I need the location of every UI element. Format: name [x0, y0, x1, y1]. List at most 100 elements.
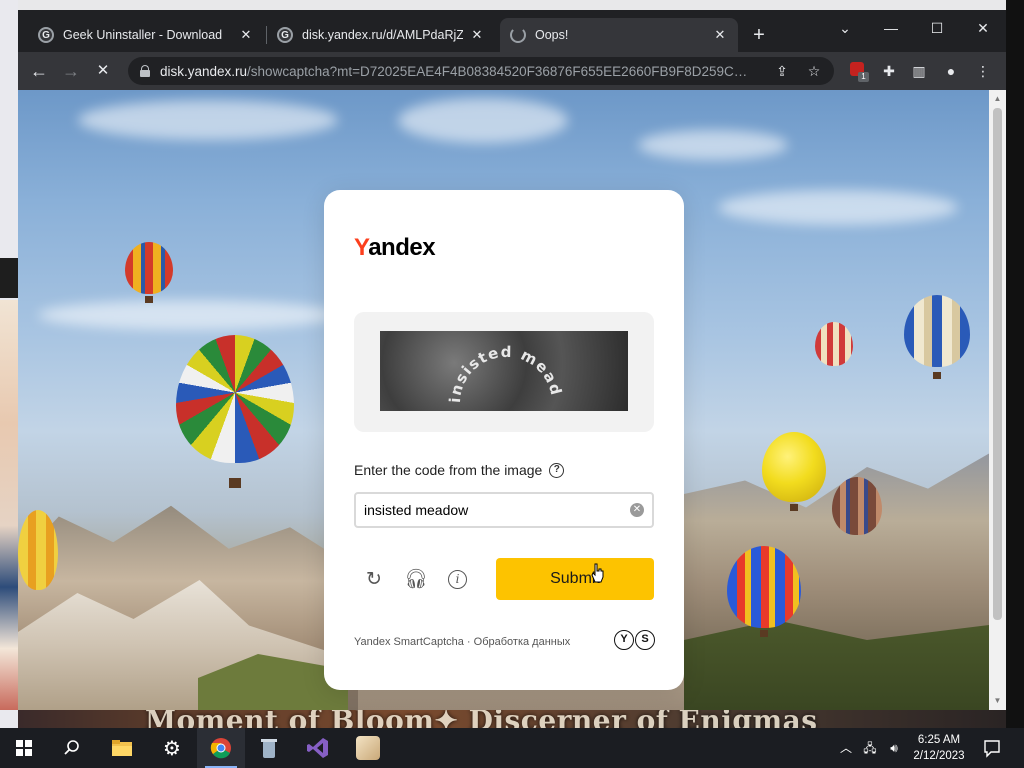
recycle-bin-icon: [261, 739, 277, 758]
captcha-answer-field[interactable]: ✕: [354, 492, 654, 528]
tab-strip: G Geek Uninstaller - Download ✕ G disk.y…: [18, 10, 1006, 52]
help-icon[interactable]: ?: [549, 462, 565, 478]
address-bar[interactable]: disk.yandex.ru /showcaptcha?mt=D72025EAE…: [128, 57, 834, 85]
tab-geek-uninstaller[interactable]: G Geek Uninstaller - Download ✕: [28, 18, 264, 52]
bookmark-star-icon[interactable]: ☆: [804, 61, 824, 81]
ublock-extension-icon[interactable]: 1: [846, 60, 869, 82]
desktop-wallpaper-art: [0, 300, 18, 710]
volume-icon[interactable]: 🔊︎: [886, 740, 902, 756]
smartcaptcha-logo: Y S: [613, 630, 655, 650]
side-panel-icon[interactable]: ▥: [908, 60, 930, 82]
visual-studio-button[interactable]: [294, 728, 342, 768]
windows-taskbar: ⚙ ︿ 🖧︎ 🔊︎ 6:25 AM 2/12/2023: [0, 728, 1024, 768]
footer-separator: ·: [463, 636, 474, 648]
cloud: [38, 300, 338, 330]
google-favicon-icon: G: [277, 27, 293, 43]
profile-icon[interactable]: ●: [940, 60, 962, 82]
info-icon[interactable]: i: [448, 570, 467, 589]
lock-icon[interactable]: [140, 65, 150, 77]
hot-air-balloon: [125, 242, 173, 294]
taskbar-search-button[interactable]: [48, 728, 96, 768]
balloon-basket: [145, 296, 153, 303]
refresh-icon[interactable]: ↻: [362, 568, 386, 592]
tab-title: Oops!: [535, 28, 569, 42]
share-icon[interactable]: ⇪: [772, 61, 792, 81]
tab-title: disk.yandex.ru/d/AMLPdaRjZuVI...: [302, 28, 463, 42]
desktop-right-strip: [1006, 0, 1024, 728]
desktop-left-dark-band: [0, 258, 18, 298]
captcha-footer: Yandex SmartCaptcha · Обработка данных: [354, 636, 570, 648]
back-button[interactable]: ←: [26, 59, 52, 83]
tab-oops[interactable]: Oops! ✕: [500, 18, 738, 52]
balloon-basket: [760, 630, 768, 637]
chrome-menu-icon[interactable]: ⋮: [972, 60, 994, 82]
minimize-button[interactable]: —: [868, 14, 914, 42]
maximize-button[interactable]: ☐: [914, 14, 960, 42]
show-hidden-icons-button[interactable]: ︿: [838, 740, 854, 756]
captcha-answer-input[interactable]: [364, 502, 630, 518]
scroll-up-icon[interactable]: ▲: [993, 94, 1002, 103]
tab-yandex-disk[interactable]: G disk.yandex.ru/d/AMLPdaRjZuVI... ✕: [267, 18, 495, 52]
settings-icon: ⚙: [163, 737, 181, 760]
logo-text: andex: [368, 234, 436, 261]
prompt-text: Enter the code from the image: [354, 462, 543, 478]
captcha-card: Yandex insisted meadow Enter the code fr…: [324, 190, 684, 690]
url-host: disk.yandex.ru: [160, 63, 248, 79]
svg-text:insisted meadow: insisted meadow: [380, 331, 566, 403]
file-explorer-icon: [112, 740, 132, 756]
audio-headphones-icon[interactable]: 🎧︎: [404, 568, 428, 592]
stop-loading-button[interactable]: ✕: [90, 59, 116, 83]
start-button[interactable]: [0, 728, 48, 768]
brand-mark-s: S: [635, 630, 655, 650]
file-explorer-button[interactable]: [98, 728, 146, 768]
browser-toolbar: ← → ✕ disk.yandex.ru /showcaptcha?mt=D72…: [18, 52, 1006, 90]
notification-center-icon[interactable]: [982, 738, 1002, 758]
visual-studio-icon: [307, 738, 328, 758]
yandex-logo: Yandex: [354, 234, 436, 262]
cloud: [398, 98, 568, 143]
balloon-basket: [790, 504, 798, 511]
google-favicon-icon: G: [38, 27, 54, 43]
hot-air-balloon: [18, 510, 58, 590]
tab-search-button[interactable]: ⌄: [822, 14, 868, 42]
chrome-window: G Geek Uninstaller - Download ✕ G disk.y…: [18, 10, 1006, 710]
page-scrollbar[interactable]: ▲ ▼: [989, 90, 1006, 710]
game-launcher-icon: [356, 736, 380, 760]
tab-title: Geek Uninstaller - Download: [63, 28, 223, 42]
scroll-down-icon[interactable]: ▼: [993, 696, 1002, 705]
hot-air-balloon: [815, 322, 853, 366]
hot-air-balloon: [727, 546, 801, 628]
url-path: /showcaptcha?mt=D72025EAE4F4B08384520F36…: [247, 63, 753, 79]
search-icon: [64, 740, 79, 755]
extensions-puzzle-icon[interactable]: ✚: [878, 60, 900, 82]
forward-button[interactable]: →: [58, 59, 84, 83]
balloon-basket: [229, 478, 241, 488]
system-clock[interactable]: 6:25 AM 2/12/2023: [908, 732, 970, 764]
game-launcher-button[interactable]: [344, 728, 392, 768]
new-tab-button[interactable]: +: [748, 24, 770, 46]
cloud: [718, 190, 958, 225]
tab-close-icon[interactable]: ✕: [712, 27, 728, 43]
tab-close-icon[interactable]: ✕: [469, 27, 485, 43]
cloud: [78, 100, 338, 140]
captcha-image: insisted meadow: [380, 331, 628, 411]
clear-input-icon[interactable]: ✕: [630, 503, 644, 517]
tab-close-icon[interactable]: ✕: [238, 27, 254, 43]
captcha-distorted-text: insisted meadow: [380, 331, 564, 403]
settings-button[interactable]: ⚙: [148, 728, 196, 768]
close-window-button[interactable]: ✕: [960, 14, 1006, 42]
recycle-bin-button[interactable]: [245, 728, 293, 768]
balloon-basket: [933, 372, 941, 379]
clock-date: 2/12/2023: [913, 750, 965, 762]
hand-pointer-cursor-icon: [591, 563, 604, 583]
chrome-icon: [210, 738, 231, 759]
network-icon[interactable]: 🖧︎: [862, 740, 878, 756]
submit-button[interactable]: Submit: [496, 558, 654, 600]
hot-air-balloon: [176, 335, 294, 463]
data-processing-link[interactable]: Обработка данных: [474, 636, 571, 648]
captcha-image-container: insisted meadow: [354, 312, 654, 432]
hot-air-balloon: [904, 295, 970, 367]
scroll-thumb[interactable]: [993, 108, 1002, 620]
page-viewport: Yandex insisted meadow Enter the code fr…: [18, 90, 989, 710]
chrome-taskbar-button[interactable]: [197, 728, 245, 768]
